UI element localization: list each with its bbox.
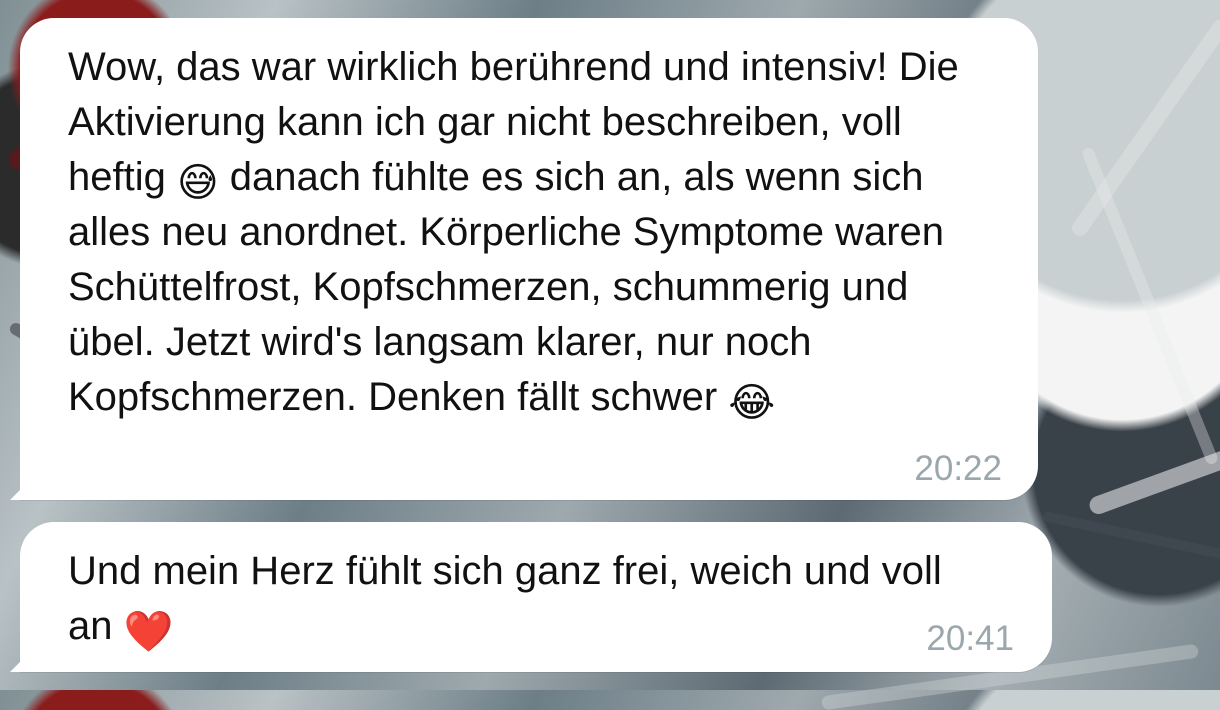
sweat-smile-emoji-icon: 😅 bbox=[176, 161, 219, 205]
message-text: Wow, das war wirklich berührend und inte… bbox=[68, 40, 980, 425]
tears-of-joy-emoji-icon: 😂 bbox=[728, 381, 776, 425]
message-text: Und mein Herz fühlt sich ganz frei, weic… bbox=[68, 544, 994, 654]
incoming-message-bubble[interactable]: Und mein Herz fühlt sich ganz frei, weic… bbox=[20, 522, 1052, 672]
red-heart-emoji-icon: ❤️ bbox=[123, 610, 174, 654]
message-timestamp: 20:22 bbox=[914, 449, 1002, 488]
message-text-part: Und mein Herz fühlt sich ganz frei, weic… bbox=[68, 549, 942, 648]
message-timestamp: 20:41 bbox=[926, 619, 1014, 658]
chat-thread: Wow, das war wirklich berührend und inte… bbox=[0, 0, 1220, 690]
incoming-message-bubble[interactable]: Wow, das war wirklich berührend und inte… bbox=[20, 18, 1038, 500]
